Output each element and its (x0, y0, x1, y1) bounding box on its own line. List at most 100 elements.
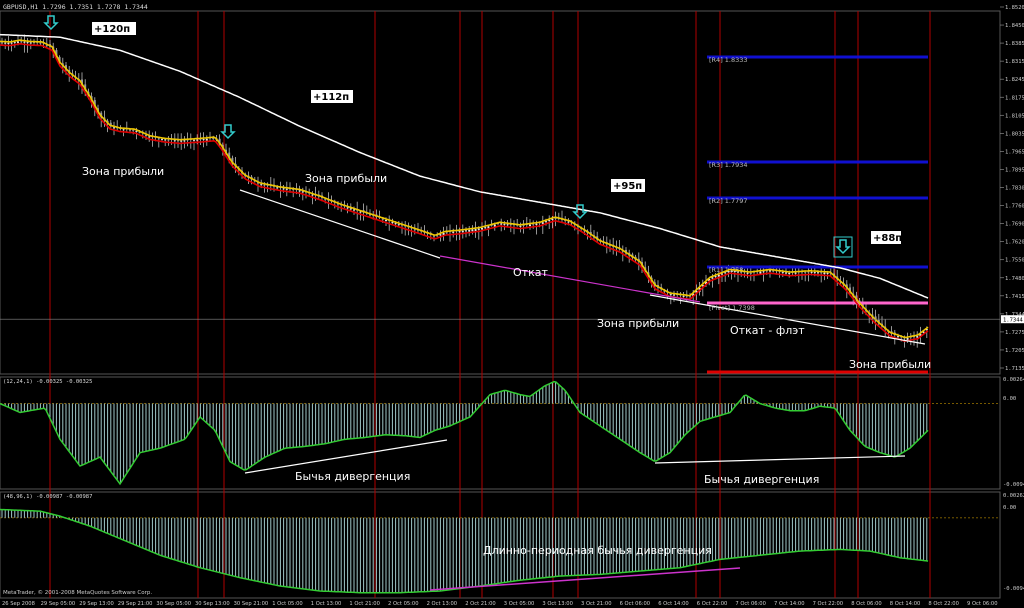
candle-body (673, 294, 675, 296)
candle-body (474, 229, 477, 232)
time-tick-label: 8 Oct 06:00 (851, 601, 882, 607)
osc1-label: (12,24,1) -0.00325 -0.00325 (3, 379, 92, 385)
profit-box-4: +88п (871, 231, 902, 244)
candle-body (23, 41, 26, 43)
candle-body (157, 138, 160, 140)
time-tick-label: 8 Oct 14:00 (890, 601, 921, 607)
price-tick-label: 1.7480 (1005, 276, 1024, 282)
price-tick-label: 1.8385 (1005, 41, 1024, 47)
candle-body (682, 295, 685, 297)
candle-body (183, 140, 186, 142)
price-tick-label: 1.7275 (1005, 330, 1024, 336)
copyright-footer: MetaTrader, © 2001-2008 MetaQuotes Softw… (3, 589, 152, 596)
candle-body (148, 136, 151, 138)
candle-body (7, 42, 10, 45)
pivot-label: [R3] 1.7934 (709, 161, 748, 169)
annotation-bull-divergence: Бычья дивергенция (295, 470, 410, 483)
candle-body (916, 336, 919, 338)
candle-body (135, 130, 138, 132)
osc2-label: (48,96,1) -0.00987 -0.00987 (3, 494, 92, 500)
candle-body (554, 218, 557, 220)
candle-body (519, 225, 522, 227)
annotation-bull-divergence: Бычья дивергенция (704, 473, 819, 486)
candle-body (161, 138, 163, 140)
time-tick-label: 3 Oct 13:00 (542, 601, 573, 607)
annotation-profit-zone: Зона прибыли (82, 165, 164, 178)
pivot-label: [R2] 1.7797 (709, 197, 748, 205)
candle-body (205, 138, 208, 141)
candle-body (461, 230, 464, 233)
candle-body (535, 223, 538, 225)
candle-body (1, 42, 3, 44)
candle-body (506, 224, 509, 226)
osc1-tick-label: -0.00946 (1003, 482, 1024, 488)
price-tick-label: 1.8175 (1005, 95, 1024, 101)
candle-body (397, 224, 400, 226)
candle-body (711, 277, 714, 279)
annotation-profit-zone: Зона прибыли (597, 317, 679, 330)
price-tick-label: 1.8315 (1005, 59, 1024, 65)
candle-body (541, 222, 544, 224)
candle-body (385, 220, 387, 222)
candle-body (285, 188, 288, 190)
candle-body (10, 42, 13, 44)
annotation-profit-zone: Зона прибыли (305, 172, 387, 185)
candle-body (180, 140, 183, 142)
candle-body (353, 209, 355, 211)
candle-body (906, 338, 909, 340)
candle-body (20, 41, 23, 43)
time-tick-label: 7 Oct 14:00 (774, 601, 805, 607)
candle-body (804, 271, 807, 273)
price-tick-label: 1.7830 (1005, 186, 1024, 192)
profit-box-2: +112п (311, 90, 353, 103)
candle-body (794, 272, 797, 274)
time-tick-label: 29 Sep 21:00 (118, 601, 153, 607)
candle-body (173, 140, 176, 142)
candle-body (468, 229, 471, 232)
price-tick-label: 1.7690 (1005, 222, 1024, 228)
time-tick-label: 30 Sep 13:00 (195, 601, 230, 607)
price-tick-label: 1.7205 (1005, 348, 1024, 354)
price-tick-label: 1.8450 (1005, 23, 1024, 29)
candle-body (500, 223, 503, 225)
candle-body (529, 224, 531, 227)
profit-box-3: +95п (611, 179, 645, 192)
svg-text:+112п: +112п (313, 92, 349, 103)
time-tick-label: 29 Sep 13:00 (79, 601, 114, 607)
candle-body (714, 276, 717, 278)
candle-body (193, 139, 195, 141)
candle-body (477, 228, 480, 230)
candle-body (817, 272, 819, 274)
candle-body (301, 191, 304, 193)
profit-box-1: +120п (92, 22, 136, 35)
candle-body (669, 294, 672, 296)
candle-body (813, 272, 816, 274)
candle-body (433, 235, 435, 237)
candle-body (826, 272, 829, 274)
time-tick-label: 29 Sep 05:00 (41, 601, 76, 607)
trading-chart[interactable]: [R4] 1.8333[R3] 1.7934[R2] 1.7797[R1] 1.… (0, 0, 1024, 608)
candle-body (820, 272, 823, 274)
annotation-long-divergence: Длинно-периодная бычья дивергенция (483, 544, 712, 557)
candle-body (263, 184, 266, 186)
pivot-label: [R4] 1.8333 (709, 56, 748, 64)
candle-body (311, 194, 314, 196)
candle-body (196, 139, 199, 141)
time-tick-label: 8 Oct 22:00 (928, 601, 959, 607)
price-tick-label: 1.7415 (1005, 294, 1024, 300)
annotation-profit-zone: Зона прибыли (849, 358, 931, 371)
candle-body (164, 139, 167, 141)
osc1-tick-label: 0.00 (1003, 396, 1016, 402)
price-tick-label: 1.7620 (1005, 240, 1024, 246)
candle-body (4, 42, 7, 44)
price-tick-label: 1.7550 (1005, 258, 1024, 264)
candle-body (762, 271, 765, 273)
candle-body (167, 139, 170, 141)
time-tick-label: 7 Oct 22:00 (813, 601, 844, 607)
price-tick-label: 1.8245 (1005, 77, 1024, 83)
price-tick-label: 1.8035 (1005, 131, 1024, 137)
price-tick-label: 1.8105 (1005, 113, 1024, 119)
candle-body (122, 129, 125, 131)
candle-body (17, 41, 19, 43)
price-tick-label: 1.7965 (1005, 149, 1024, 155)
